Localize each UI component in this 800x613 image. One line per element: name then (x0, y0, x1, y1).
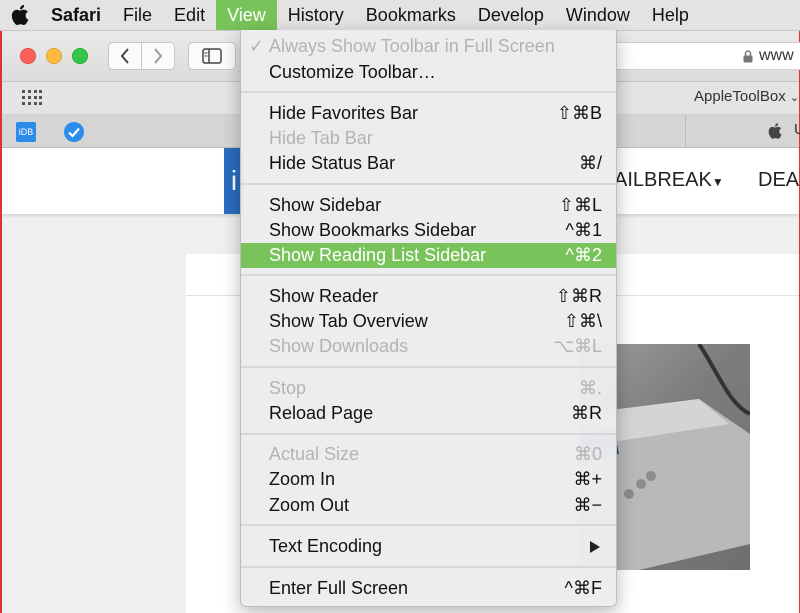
menu-item-label: Show Reader (269, 286, 379, 306)
menu-item-actual-size[interactable]: Actual Size ⌘0 (241, 442, 616, 467)
menu-item-label: Show Reading List Sidebar (269, 245, 487, 265)
menu-item-label: Customize Toolbar… (269, 62, 436, 82)
menu-item-customize-toolbar[interactable]: Customize Toolbar… (241, 60, 616, 85)
menu-item-shortcut: ⌘0 (573, 444, 602, 464)
checkmark-icon (68, 127, 80, 138)
menu-item-label: Hide Status Bar (269, 153, 396, 173)
menu-item-show-sidebar[interactable]: Show Sidebar ⇧⌘L (241, 193, 616, 218)
menu-item-label: Reload Page (269, 403, 374, 423)
tab-favicon-check[interactable] (64, 122, 84, 142)
menu-item-reload-page[interactable]: Reload Page ⌘R (241, 401, 616, 426)
menu-item-label: Zoom In (269, 469, 336, 489)
grid-icon[interactable] (22, 90, 42, 106)
menu-item-shortcut: ⇧⌘R (555, 286, 602, 306)
lock-icon (743, 49, 753, 62)
menu-separator (241, 566, 616, 568)
apple-logo-icon[interactable] (768, 123, 782, 139)
nav-jailbreak-label: AILBREAK (614, 169, 712, 191)
menu-item-hide-status-bar[interactable]: Hide Status Bar ⌘/ (241, 151, 616, 176)
sidebar-icon (202, 48, 222, 64)
menu-item-show-reader[interactable]: Show Reader ⇧⌘R (241, 284, 616, 309)
menu-item-stop[interactable]: Stop ⌘. (241, 376, 616, 401)
menu-item-label: Show Tab Overview (269, 311, 428, 331)
menu-file[interactable]: File (112, 0, 163, 30)
menu-item-shortcut: ⌘. (578, 378, 602, 398)
menu-item-shortcut: ⌥⌘L (553, 336, 602, 356)
menu-separator (241, 524, 616, 526)
menu-item-label: Always Show Toolbar in Full Screen (269, 36, 555, 56)
menu-separator (241, 366, 616, 368)
menu-item-shortcut: ^⌘1 (565, 220, 602, 240)
menu-item-shortcut: ^⌘F (564, 578, 602, 598)
view-menu-dropdown: ✓ Always Show Toolbar in Full Screen Cus… (240, 30, 617, 607)
menu-window[interactable]: Window (555, 0, 641, 30)
menu-item-shortcut: ^⌘2 (565, 245, 602, 265)
menu-view[interactable]: View (216, 0, 277, 30)
menu-item-show-bookmarks-sidebar[interactable]: Show Bookmarks Sidebar ^⌘1 (241, 218, 616, 243)
menu-item-label: Enter Full Screen (269, 578, 409, 598)
menu-item-shortcut: ⇧⌘\ (563, 311, 602, 331)
menu-item-show-downloads[interactable]: Show Downloads ⌥⌘L (241, 334, 616, 359)
sidebar-toggle-button[interactable] (188, 42, 236, 70)
menu-item-label: Zoom Out (269, 495, 350, 515)
menu-item-always-show-toolbar[interactable]: ✓ Always Show Toolbar in Full Screen (241, 34, 616, 59)
menu-separator (241, 91, 616, 93)
checkmark-icon: ✓ (249, 36, 265, 56)
menu-item-zoom-out[interactable]: Zoom Out ⌘− (241, 493, 616, 518)
tab-divider (685, 115, 686, 147)
address-text: www (759, 47, 794, 64)
menu-item-show-tab-overview[interactable]: Show Tab Overview ⇧⌘\ (241, 309, 616, 334)
menu-item-label: Hide Favorites Bar (269, 103, 419, 123)
menu-item-shortcut: ⌘R (571, 403, 602, 423)
menu-separator (241, 274, 616, 276)
menu-safari[interactable]: Safari (40, 0, 112, 30)
menu-item-hide-favorites-bar[interactable]: Hide Favorites Bar ⇧⌘B (241, 101, 616, 126)
tab-title[interactable]: U (794, 121, 800, 138)
menu-item-label: Hide Tab Bar (269, 128, 373, 148)
back-button[interactable] (108, 42, 142, 70)
menu-item-label: Actual Size (269, 444, 360, 464)
menu-item-shortcut: ⇧⌘B (556, 103, 602, 123)
menu-separator (241, 433, 616, 435)
menu-edit[interactable]: Edit (163, 0, 216, 30)
menu-bar: Safari File Edit View History Bookmarks … (0, 0, 800, 31)
menu-item-shortcut: ⌘− (573, 495, 602, 515)
menu-item-label: Text Encoding (269, 536, 383, 556)
caret-down-icon: ▼ (711, 175, 724, 189)
menu-help[interactable]: Help (641, 0, 700, 30)
chevron-left-icon (120, 48, 129, 64)
favorites-item-appletoolbox[interactable]: AppleToolBox ⌄ (694, 88, 799, 105)
nav-deals[interactable]: DEAL (758, 169, 799, 192)
menu-item-label: Show Bookmarks Sidebar (269, 220, 477, 240)
menu-history[interactable]: History (277, 0, 355, 30)
close-window-button[interactable] (20, 48, 36, 64)
menu-item-shortcut: ⌘+ (573, 469, 602, 489)
nav-jailbreak[interactable]: AILBREAK▼ (614, 169, 724, 192)
chevron-right-icon (154, 48, 163, 64)
menu-item-hide-tab-bar[interactable]: Hide Tab Bar (241, 126, 616, 151)
menu-item-label: Show Downloads (269, 336, 409, 356)
favorites-item-label: AppleToolBox (694, 88, 786, 105)
menu-item-text-encoding[interactable]: Text Encoding (241, 534, 616, 559)
menu-develop[interactable]: Develop (467, 0, 555, 30)
menu-item-zoom-in[interactable]: Zoom In ⌘+ (241, 467, 616, 492)
forward-button[interactable] (141, 42, 175, 70)
chevron-down-icon: ⌄ (789, 92, 800, 104)
fullscreen-window-button[interactable] (72, 48, 88, 64)
menu-item-show-reading-list-sidebar[interactable]: Show Reading List Sidebar ^⌘2 (241, 243, 616, 268)
menu-item-shortcut: ⇧⌘L (558, 195, 602, 215)
menu-item-label: Show Sidebar (269, 195, 382, 215)
tab-favicon-idb[interactable]: iDB (16, 122, 36, 142)
menu-bookmarks[interactable]: Bookmarks (355, 0, 467, 30)
menu-item-label: Stop (269, 378, 307, 398)
menu-item-enter-full-screen[interactable]: Enter Full Screen ^⌘F (241, 576, 616, 601)
minimize-window-button[interactable] (46, 48, 62, 64)
menu-separator (241, 183, 616, 185)
submenu-arrow-icon (590, 541, 600, 553)
apple-logo-icon[interactable] (0, 0, 40, 30)
address-bar[interactable]: www (602, 42, 800, 70)
menu-item-shortcut: ⌘/ (578, 153, 602, 173)
